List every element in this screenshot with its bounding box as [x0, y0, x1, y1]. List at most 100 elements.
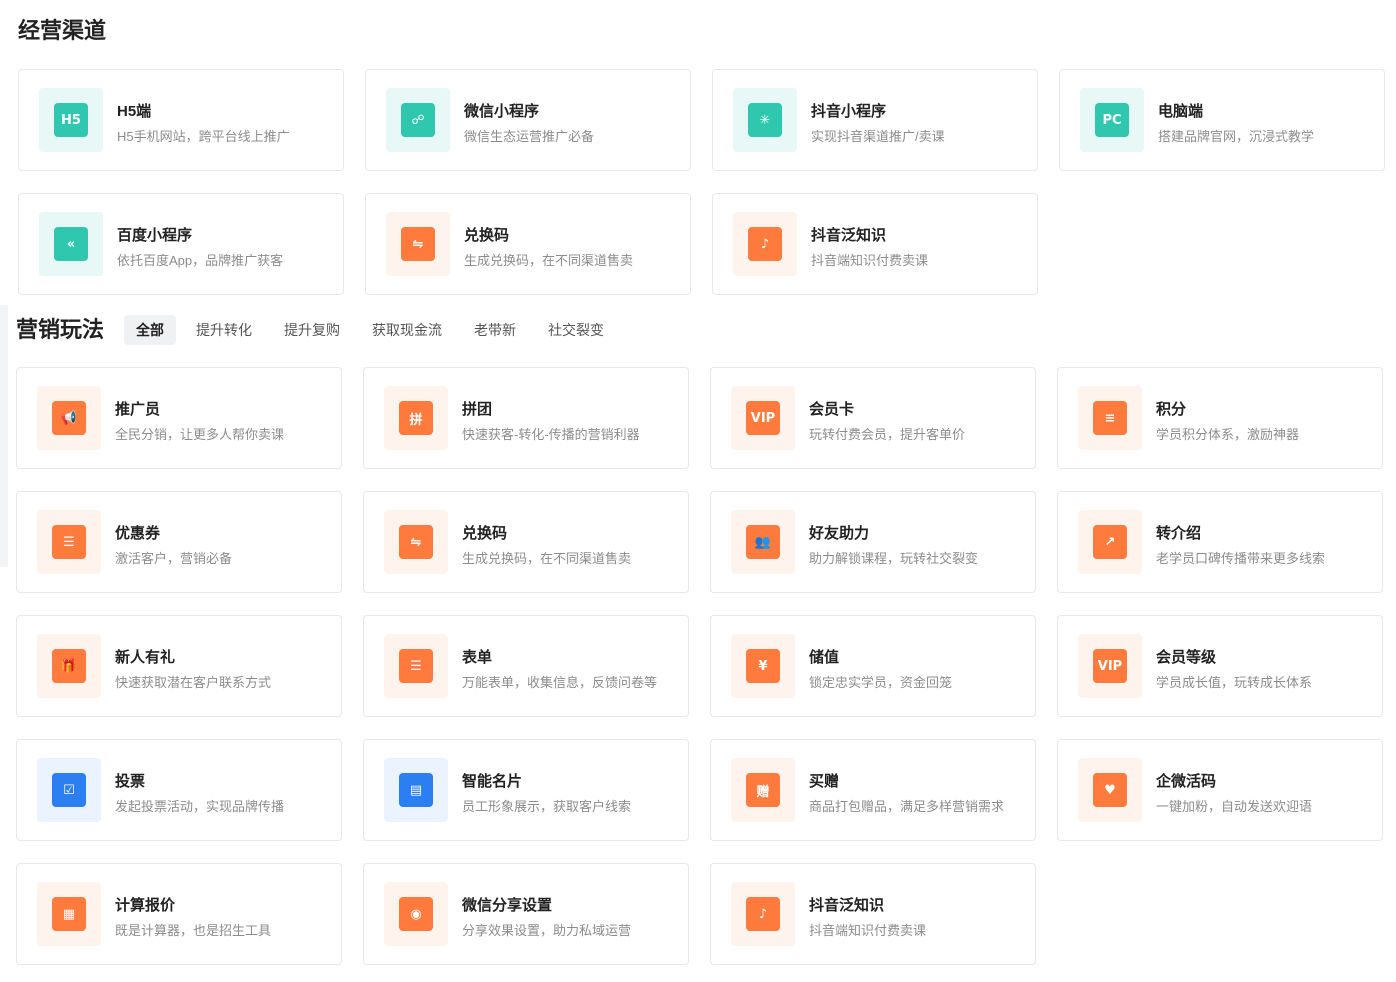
feature-name: 表单	[462, 649, 493, 666]
tab-improve-conversion[interactable]: 提升转化	[184, 315, 264, 345]
tab-referral[interactable]: 老带新	[462, 315, 528, 345]
wechat-share-icon-glyph: ◉	[399, 897, 433, 931]
wechat-share-icon: ◉	[384, 882, 448, 946]
friend-assist-icon-glyph: 👥	[746, 525, 780, 559]
baidu-miniprogram-icon-glyph: «	[54, 227, 88, 261]
feature-description: 学员积分体系，激励神器	[1156, 427, 1300, 442]
tab-all[interactable]: 全部	[124, 315, 176, 345]
feature-card[interactable]: ◉ 微信分享设置 分享效果设置，助力私域运营	[363, 863, 689, 965]
channels-title: 经营渠道	[18, 18, 107, 43]
feature-description: 老学员口碑传播带来更多线索	[1156, 551, 1326, 566]
feature-card[interactable]: 赠 买赠商品打包赠品，满足多样营销需求	[710, 739, 1036, 841]
feature-card[interactable]: VIP 会员等级学员成长值，玩转成长体系	[1057, 615, 1383, 717]
vote-icon-glyph: ☑	[52, 773, 86, 807]
group-buy-icon-glyph: 拼	[399, 401, 433, 435]
points-icon-glyph: ≡	[1093, 401, 1127, 435]
feature-card[interactable]: VIP 会员卡 玩转付费会员，提升客单价	[710, 367, 1036, 469]
stored-value-icon: ¥	[731, 634, 795, 698]
form-icon: ☰	[384, 634, 448, 698]
wechat-miniprogram-icon-glyph: ☍	[401, 103, 435, 137]
pc-icon-glyph: PC	[1095, 103, 1129, 137]
feature-card[interactable]: ▤ 智能名片 员工形象展示，获取客户线索	[363, 739, 689, 841]
gift-icon: 🎁	[37, 634, 101, 698]
feature-card[interactable]: 拼 拼团 快速获客-转化-传播的营销利器	[363, 367, 689, 469]
feature-card[interactable]: ♪ 抖音泛知识 抖音端知识付费卖课	[710, 863, 1036, 965]
feature-name: 拼团	[462, 401, 493, 418]
vip-card-icon: VIP	[731, 386, 795, 450]
feature-description: H5手机网站，跨平台线上推广	[117, 129, 290, 144]
wecom-qrcode-icon: ♥	[1078, 758, 1142, 822]
feature-description: 学员成长值，玩转成长体系	[1156, 675, 1313, 690]
tab-social-fission[interactable]: 社交裂变	[536, 315, 616, 345]
feature-name: H5端	[117, 103, 152, 120]
feature-card[interactable]: ✳ 抖音小程序 实现抖音渠道推广/卖课	[712, 69, 1038, 171]
feature-card[interactable]: H5 H5端 H5手机网站，跨平台线上推广	[18, 69, 344, 171]
feature-card[interactable]: 📢 推广员 全民分销，让更多人帮你卖课	[16, 367, 342, 469]
marketing-title: 营销玩法	[16, 317, 105, 342]
feature-description: 快速获取潜在客户联系方式	[115, 675, 272, 690]
feature-card[interactable]: ≡ 积分学员积分体系，激励神器	[1057, 367, 1383, 469]
feature-name: 新人有礼	[115, 649, 176, 666]
feature-description: 玩转付费会员，提升客单价	[809, 427, 966, 442]
tab-improve-repurchase[interactable]: 提升复购	[272, 315, 352, 345]
feature-card[interactable]: ☰ 表单 万能表单，收集信息，反馈问卷等	[363, 615, 689, 717]
calculator-icon: ▦	[37, 882, 101, 946]
stored-value-icon-glyph: ¥	[746, 649, 780, 683]
douyin-knowledge-icon: ♪	[731, 882, 795, 946]
feature-description: 生成兑换码，在不同渠道售卖	[464, 253, 634, 268]
vip-card-icon-glyph: VIP	[746, 401, 780, 435]
wechat-miniprogram-icon: ☍	[386, 88, 450, 152]
referral-icon-glyph: ↗	[1093, 525, 1127, 559]
feature-card[interactable]: 🎁 新人有礼快速获取潜在客户联系方式	[16, 615, 342, 717]
feature-card[interactable]: ⇋ 兑换码 生成兑换码，在不同渠道售卖	[363, 491, 689, 593]
feature-description: 依托百度App，品牌推广获客	[117, 253, 284, 268]
feature-card[interactable]: ♪ 抖音泛知识 抖音端知识付费卖课	[712, 193, 1038, 295]
feature-description: 锁定忠实学员，资金回笼	[809, 675, 953, 690]
feature-description: 生成兑换码，在不同渠道售卖	[462, 551, 632, 566]
feature-description: 激活客户，营销必备	[115, 551, 233, 566]
feature-name: 积分	[1156, 401, 1187, 418]
h5-icon: H5	[39, 88, 103, 152]
feature-description: 商品打包赠品，满足多样营销需求	[809, 799, 1005, 814]
tab-cash-flow[interactable]: 获取现金流	[360, 315, 454, 345]
feature-name: 转介绍	[1156, 525, 1202, 542]
feature-card[interactable]: ☑ 投票 发起投票活动，实现品牌传播	[16, 739, 342, 841]
feature-name: 电脑端	[1158, 103, 1204, 120]
feature-name: 推广员	[115, 401, 161, 418]
feature-card[interactable]: ↗ 转介绍老学员口碑传播带来更多线索	[1057, 491, 1383, 593]
megaphone-icon-glyph: 📢	[52, 401, 86, 435]
feature-card[interactable]: ☍ 微信小程序 微信生态运营推广必备	[365, 69, 691, 171]
baidu-miniprogram-icon: «	[39, 212, 103, 276]
feature-description: 分享效果设置，助力私域运营	[462, 923, 632, 938]
redeem-code-icon-glyph: ⇋	[401, 227, 435, 261]
feature-name: 优惠券	[115, 525, 161, 542]
feature-card[interactable]: ⇋ 兑换码 生成兑换码，在不同渠道售卖	[365, 193, 691, 295]
feature-card[interactable]: ♥ 企微活码 一键加粉，自动发送欢迎语	[1057, 739, 1383, 841]
group-buy-icon: 拼	[384, 386, 448, 450]
feature-name: 买赠	[809, 773, 840, 790]
redeem-code-icon-glyph: ⇋	[399, 525, 433, 559]
feature-card[interactable]: ▦ 计算报价 既是计算器，也是招生工具	[16, 863, 342, 965]
feature-description: 微信生态运营推广必备	[464, 129, 595, 144]
feature-name: 抖音泛知识	[809, 897, 885, 914]
buy-gift-icon-glyph: 赠	[746, 773, 780, 807]
feature-card[interactable]: 👥 好友助力 助力解锁课程，玩转社交裂变	[710, 491, 1036, 593]
feature-description: 一键加粉，自动发送欢迎语	[1156, 799, 1313, 814]
coupon-icon: ☰	[37, 510, 101, 574]
gift-icon-glyph: 🎁	[52, 649, 86, 683]
feature-card[interactable]: ¥ 储值 锁定忠实学员，资金回笼	[710, 615, 1036, 717]
feature-description: 实现抖音渠道推广/卖课	[811, 129, 945, 144]
feature-card[interactable]: « 百度小程序 依托百度App，品牌推广获客	[18, 193, 344, 295]
wecom-qrcode-icon-glyph: ♥	[1093, 773, 1127, 807]
scroll-indicator	[0, 305, 8, 567]
douyin-knowledge-icon-glyph: ♪	[746, 897, 780, 931]
feature-card[interactable]: PC 电脑端 搭建品牌官网，沉浸式教学	[1059, 69, 1385, 171]
feature-description: 助力解锁课程，玩转社交裂变	[809, 551, 979, 566]
douyin-knowledge-icon-glyph: ♪	[748, 227, 782, 261]
member-level-icon: VIP	[1078, 634, 1142, 698]
points-icon: ≡	[1078, 386, 1142, 450]
form-icon-glyph: ☰	[399, 649, 433, 683]
feature-name: 会员等级	[1156, 649, 1217, 666]
feature-card[interactable]: ☰ 优惠券激活客户，营销必备	[16, 491, 342, 593]
redeem-code-icon: ⇋	[384, 510, 448, 574]
